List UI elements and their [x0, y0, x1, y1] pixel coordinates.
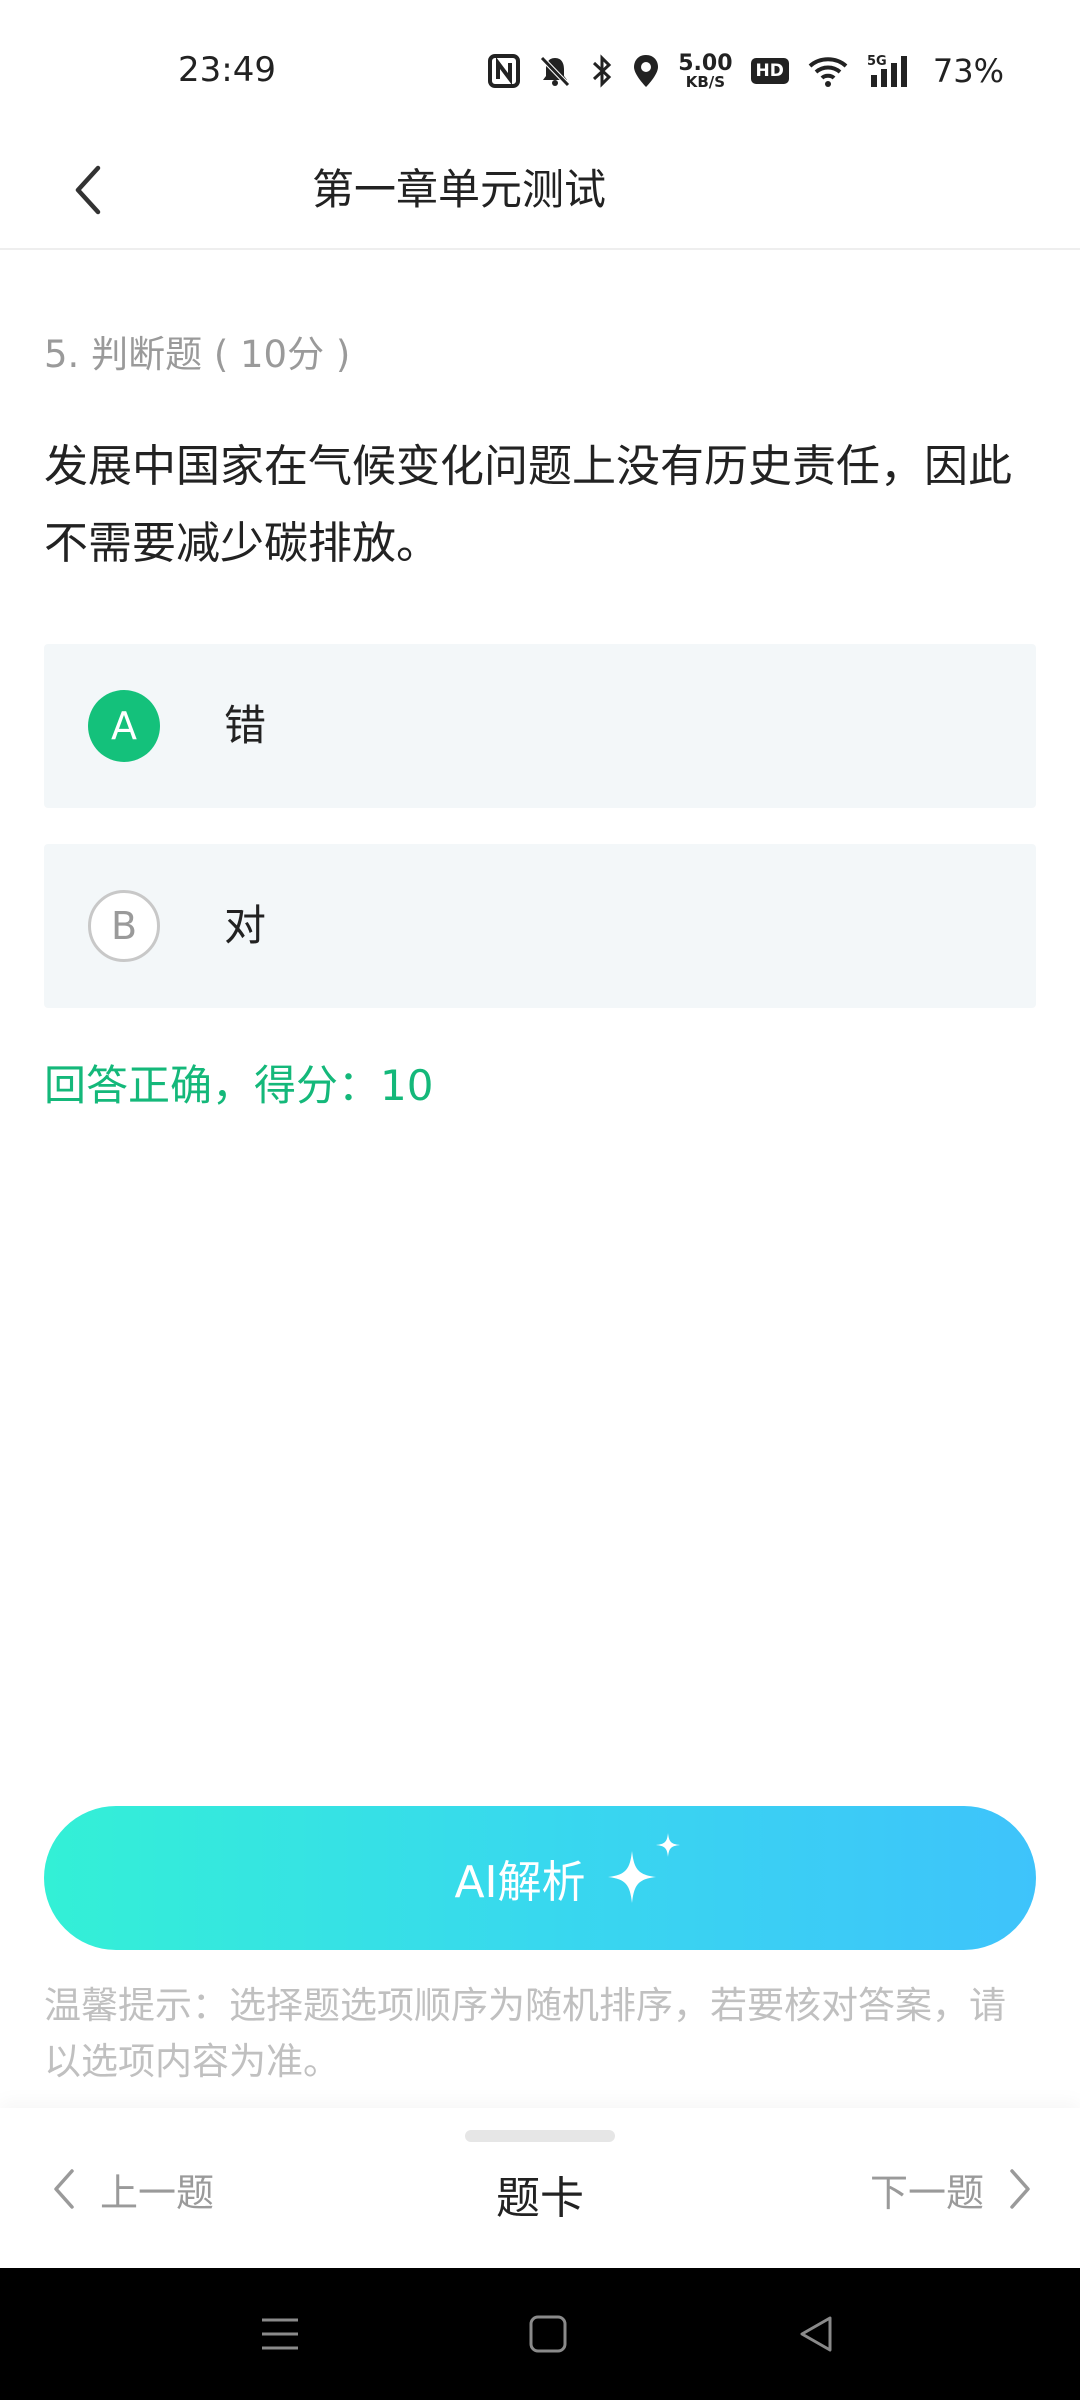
hint-text: 温馨提示：选择题选项顺序为随机排序，若要核对答案，请以选项内容为准。	[44, 1984, 1006, 2083]
network-type-label: 5G	[867, 54, 887, 69]
chevron-right-icon	[1010, 2169, 1030, 2209]
question-meta: 5. 判断题 ( 10分 )	[44, 333, 351, 376]
ai-analysis-button[interactable]: AI解析	[44, 1806, 1036, 1950]
exam-screen: 23:49 5.00 KB/S HD 5G 73% 第一章单元测试 5. 判断题…	[0, 0, 1080, 2400]
net-speed-value: 5.00	[678, 50, 733, 76]
home-square-icon	[529, 2315, 567, 2353]
mute-bell-icon	[538, 54, 572, 88]
option-a-letter: A	[88, 690, 160, 762]
drag-handle[interactable]	[465, 2130, 615, 2142]
nfc-icon	[488, 54, 521, 88]
bluetooth-icon	[590, 54, 614, 88]
chevron-left-icon	[75, 165, 101, 215]
wifi-icon	[807, 54, 849, 88]
menu-icon	[262, 2318, 298, 2350]
status-bar: 23:49 5.00 KB/S HD 5G 73%	[0, 0, 1080, 130]
system-back-button[interactable]	[786, 2304, 846, 2364]
page-title: 第一章单元测试	[312, 165, 607, 214]
back-button[interactable]	[48, 150, 128, 230]
next-question-label: 下一题	[869, 2170, 984, 2215]
net-speed-unit: KB/S	[685, 72, 726, 91]
question-text: 发展中国家在气候变化问题上没有历史责任，因此不需要减少碳排放。	[44, 441, 1012, 569]
hd-badge: HD	[750, 58, 789, 84]
answer-result: 回答正确，得分：10	[44, 1061, 434, 1110]
option-a-label: 错	[224, 701, 267, 750]
recents-button[interactable]	[250, 2304, 310, 2364]
signal-5g-icon: 5G	[867, 53, 915, 89]
option-b-letter: B	[88, 890, 160, 962]
status-time: 23:49	[178, 50, 276, 90]
battery-level: 73%	[932, 52, 1004, 90]
triangle-back-icon	[800, 2316, 832, 2352]
sparkle-icon	[607, 1833, 680, 1903]
top-app-bar: 第一章单元测试	[0, 130, 1080, 250]
bottom-navigation: 上一题 题卡 下一题	[0, 2108, 1080, 2268]
home-button[interactable]	[518, 2304, 578, 2364]
option-a[interactable]: A 错	[44, 644, 1036, 808]
option-b-label: 对	[224, 901, 267, 950]
system-navigation-bar	[0, 2268, 1080, 2400]
ai-analysis-label: AI解析	[454, 1857, 586, 1908]
location-icon	[632, 53, 660, 89]
net-speed: 5.00 KB/S	[678, 50, 733, 91]
option-b[interactable]: B 对	[44, 844, 1036, 1008]
next-question-button[interactable]: 下一题	[870, 2094, 1032, 2284]
status-icons: 5.00 KB/S HD 5G 73%	[488, 46, 1004, 96]
